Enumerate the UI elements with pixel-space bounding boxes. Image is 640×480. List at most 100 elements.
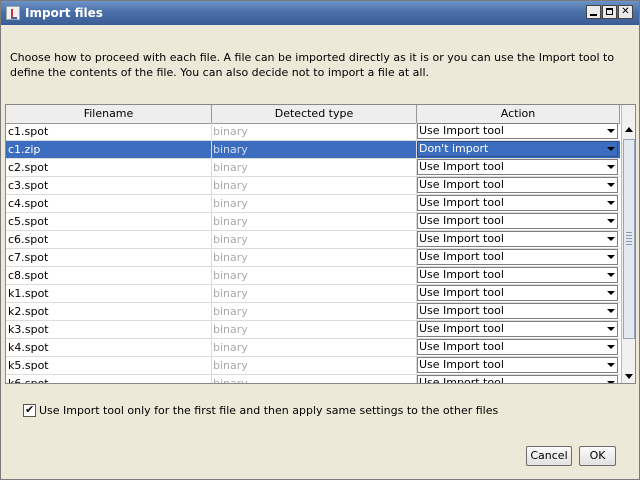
- detected-type-cell: binary: [212, 159, 417, 176]
- action-dropdown-value: Use Import tool: [419, 286, 504, 299]
- action-dropdown[interactable]: Use Import tool: [417, 231, 618, 247]
- maximize-icon[interactable]: [602, 5, 617, 19]
- filename-cell[interactable]: c5.spot: [6, 213, 212, 230]
- column-header-action[interactable]: Action: [417, 105, 620, 123]
- table-row[interactable]: k3.spot binary Use Import tool: [6, 321, 620, 339]
- table-row[interactable]: c5.spot binary Use Import tool: [6, 213, 620, 231]
- chevron-down-icon[interactable]: [607, 363, 615, 367]
- table-row[interactable]: c7.spot binary Use Import tool: [6, 249, 620, 267]
- table-row[interactable]: c8.spot binary Use Import tool: [6, 267, 620, 285]
- close-icon[interactable]: [618, 5, 633, 19]
- action-cell: Use Import tool: [417, 339, 620, 356]
- action-cell: Don't import: [417, 141, 620, 158]
- chevron-down-icon[interactable]: [607, 309, 615, 313]
- filename-cell[interactable]: k1.spot: [6, 285, 212, 302]
- filename-cell[interactable]: c2.spot: [6, 159, 212, 176]
- detected-type-cell: binary: [212, 375, 417, 383]
- column-header-filename[interactable]: Filename: [6, 105, 212, 123]
- detected-type-cell: binary: [212, 321, 417, 338]
- action-dropdown[interactable]: Use Import tool: [417, 375, 618, 384]
- action-dropdown-value: Use Import tool: [419, 322, 504, 335]
- chevron-down-icon[interactable]: [607, 291, 615, 295]
- action-dropdown-value: Use Import tool: [419, 214, 504, 227]
- chevron-down-icon[interactable]: [607, 327, 615, 331]
- table-row[interactable]: c6.spot binary Use Import tool: [6, 231, 620, 249]
- filename-cell[interactable]: c6.spot: [6, 231, 212, 248]
- action-dropdown-value: Use Import tool: [419, 232, 504, 245]
- action-dropdown-value: Use Import tool: [419, 358, 504, 371]
- table-row[interactable]: k6.spot binary Use Import tool: [6, 375, 620, 384]
- table-row[interactable]: c4.spot binary Use Import tool: [6, 195, 620, 213]
- action-dropdown[interactable]: Use Import tool: [417, 195, 618, 211]
- action-dropdown[interactable]: Use Import tool: [417, 285, 618, 301]
- minimize-icon[interactable]: [586, 5, 601, 19]
- action-cell: Use Import tool: [417, 375, 620, 384]
- column-header-detected-type[interactable]: Detected type: [212, 105, 417, 123]
- ok-button[interactable]: OK: [579, 446, 616, 466]
- chevron-down-icon[interactable]: [607, 183, 615, 187]
- table-row[interactable]: c1.spot binary Use Import tool: [6, 123, 620, 141]
- action-dropdown-value: Use Import tool: [419, 196, 504, 209]
- action-dropdown-value: Use Import tool: [419, 376, 504, 384]
- chevron-down-icon[interactable]: [607, 219, 615, 223]
- chevron-down-icon[interactable]: [607, 147, 615, 151]
- filename-cell[interactable]: c8.spot: [6, 267, 212, 284]
- filename-cell[interactable]: c1.zip: [6, 141, 212, 158]
- detected-type-cell: binary: [212, 213, 417, 230]
- chevron-down-icon[interactable]: [607, 345, 615, 349]
- filename-cell[interactable]: c1.spot: [6, 123, 212, 140]
- action-dropdown[interactable]: Use Import tool: [417, 303, 618, 319]
- filename-cell[interactable]: k2.spot: [6, 303, 212, 320]
- action-dropdown[interactable]: Use Import tool: [417, 339, 618, 355]
- action-dropdown[interactable]: Use Import tool: [417, 267, 618, 283]
- action-dropdown[interactable]: Use Import tool: [417, 249, 618, 265]
- action-dropdown[interactable]: Use Import tool: [417, 357, 618, 373]
- detected-type-cell: binary: [212, 303, 417, 320]
- table-row[interactable]: k2.spot binary Use Import tool: [6, 303, 620, 321]
- detected-type-cell: binary: [212, 249, 417, 266]
- apply-settings-checkbox[interactable]: [23, 403, 36, 417]
- vertical-scrollbar[interactable]: [621, 105, 635, 383]
- action-dropdown[interactable]: Don't import: [417, 141, 618, 157]
- scrollbar-thumb[interactable]: [623, 139, 635, 339]
- action-dropdown-value: Use Import tool: [419, 124, 504, 137]
- chevron-down-icon[interactable]: [607, 255, 615, 259]
- action-dropdown-value: Use Import tool: [419, 340, 504, 353]
- apply-settings-label[interactable]: Use Import tool only for the first file …: [39, 404, 498, 418]
- table-row[interactable]: k1.spot binary Use Import tool: [6, 285, 620, 303]
- chevron-down-icon[interactable]: [607, 381, 615, 383]
- table-row[interactable]: k4.spot binary Use Import tool: [6, 339, 620, 357]
- action-dropdown[interactable]: Use Import tool: [417, 177, 618, 193]
- table-row[interactable]: c1.zip binary Don't import: [6, 141, 620, 159]
- table-row[interactable]: c2.spot binary Use Import tool: [6, 159, 620, 177]
- chevron-down-icon[interactable]: [607, 129, 615, 133]
- filename-cell[interactable]: k4.spot: [6, 339, 212, 356]
- chevron-down-icon[interactable]: [607, 165, 615, 169]
- window-title: Import files: [25, 6, 103, 20]
- action-dropdown[interactable]: Use Import tool: [417, 321, 618, 337]
- filename-cell[interactable]: k5.spot: [6, 357, 212, 374]
- action-dropdown[interactable]: Use Import tool: [417, 213, 618, 229]
- action-dropdown[interactable]: Use Import tool: [417, 123, 618, 139]
- table-row[interactable]: c3.spot binary Use Import tool: [6, 177, 620, 195]
- action-dropdown-value: Use Import tool: [419, 250, 504, 263]
- chevron-down-icon[interactable]: [607, 237, 615, 241]
- scroll-down-icon[interactable]: [622, 369, 635, 383]
- filename-cell[interactable]: c4.spot: [6, 195, 212, 212]
- title-bar[interactable]: Import files: [1, 1, 639, 25]
- action-cell: Use Import tool: [417, 177, 620, 194]
- chevron-down-icon[interactable]: [607, 273, 615, 277]
- action-cell: Use Import tool: [417, 159, 620, 176]
- chevron-down-icon[interactable]: [607, 201, 615, 205]
- cancel-button[interactable]: Cancel: [526, 446, 572, 466]
- action-cell: Use Import tool: [417, 267, 620, 284]
- action-cell: Use Import tool: [417, 231, 620, 248]
- filename-cell[interactable]: k3.spot: [6, 321, 212, 338]
- filename-cell[interactable]: c3.spot: [6, 177, 212, 194]
- action-dropdown-value: Use Import tool: [419, 178, 504, 191]
- table-row[interactable]: k5.spot binary Use Import tool: [6, 357, 620, 375]
- scroll-up-icon[interactable]: [622, 123, 635, 137]
- action-dropdown[interactable]: Use Import tool: [417, 159, 618, 175]
- filename-cell[interactable]: c7.spot: [6, 249, 212, 266]
- filename-cell[interactable]: k6.spot: [6, 375, 212, 383]
